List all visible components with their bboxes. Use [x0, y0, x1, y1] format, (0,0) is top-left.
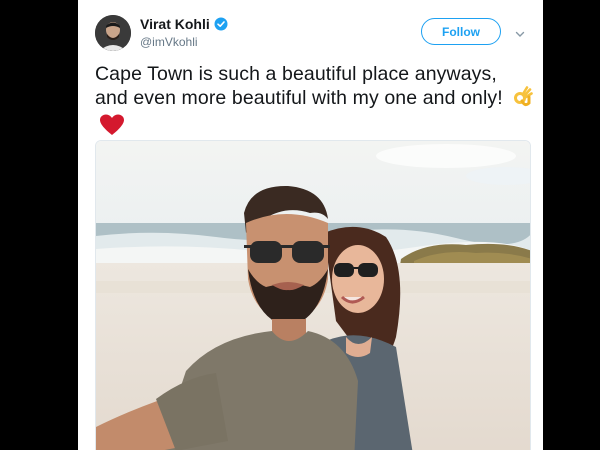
tweet-text-block: Cape Town is such a beautiful place anyw…	[95, 62, 535, 142]
tweet-photo[interactable]	[95, 140, 531, 450]
author-handle[interactable]: @imVkohli	[140, 35, 198, 49]
avatar[interactable]	[95, 15, 131, 51]
tweet-card: Virat Kohli @imVkohli Follow Cape Town i…	[78, 0, 543, 450]
tweet-text: Cape Town is such a beautiful place anyw…	[95, 63, 503, 109]
author-name[interactable]: Virat Kohli	[140, 16, 210, 32]
red-heart-emoji-icon	[99, 114, 125, 142]
chevron-down-icon[interactable]	[515, 26, 525, 37]
ok-hand-emoji-icon	[512, 86, 534, 114]
author-row: Virat Kohli	[140, 16, 228, 32]
follow-button[interactable]: Follow	[421, 18, 501, 45]
verified-badge-icon	[214, 17, 228, 31]
